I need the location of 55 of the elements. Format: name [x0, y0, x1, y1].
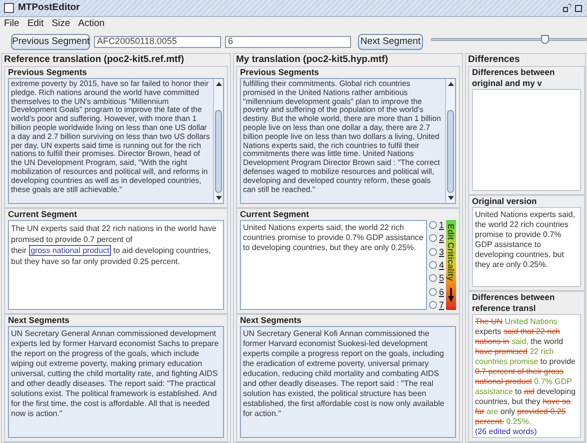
segment-text: The UN experts said that 22 rich nations in the world have promised to provide 0.7 percent of their gross national product to aid developing countries, but they have so far only provided 0.25 percent.: [11, 223, 218, 267]
rating-option[interactable]: 7: [428, 300, 444, 310]
up-arrow-icon[interactable]: [448, 82, 454, 86]
group-title: Differences between reference transl: [472, 292, 556, 314]
down-arrow-icon[interactable]: [216, 196, 222, 200]
scrollbar[interactable]: [213, 79, 223, 203]
menu-item[interactable]: Size: [52, 16, 70, 32]
rating-option[interactable]: 2: [428, 233, 444, 244]
group-title: Differences between original and my v: [472, 67, 556, 89]
up-arrow-icon[interactable]: [216, 82, 222, 86]
text-area[interactable]: United Nations experts said, the world 22 rich countries promise to provide 0.7% GDP assistance to developing countries, but they are only 0.25%.: [240, 220, 427, 310]
scale-label: Edit Criticality: [445, 223, 458, 281]
window-title: MTPostEditor: [18, 0, 81, 15]
group-title: Previous Segments: [8, 67, 88, 78]
segment-text: UN Secretary General Kofi Annan commissioned the former Harvard economist Suokesi-led development experts compile a progress report on the goals, including the eradication of extreme poverty, universal primary education, reducing child mortality and combating AIDS and other deadly diseases. The report said : "The real solution has existed, the political structure has been established, the first affordable cost is now only available for action.": [243, 329, 446, 419]
rating-option[interactable]: 1: [428, 220, 444, 230]
group-title: Previous Segments: [240, 67, 320, 78]
text-area[interactable]: United Nations experts said, the world 22 rich countries promise to provide 0.7% GDP assistance to developing countries, but they are only 0.25%.: [472, 206, 581, 287]
panel-title: My translation (poc2-kit5.hyp.mtf): [236, 54, 390, 66]
scrollbar[interactable]: [445, 79, 455, 203]
text-area[interactable]: The UN experts said that 22 rich nations in the world have promised to provide 0.7 percent of their gross national product to aid developing countries, but they have so far only provided 0.25 percent.: [8, 220, 224, 310]
rating-option[interactable]: 4: [428, 260, 444, 270]
next-segment-button[interactable]: Next Segment: [358, 34, 423, 50]
group-title: Next Segments: [8, 315, 70, 326]
panel-title: Reference translation (poc2-kit5.ref.mtf): [4, 54, 186, 66]
slider-thumb[interactable]: [540, 34, 549, 44]
text-area[interactable]: [8, 326, 224, 438]
menu-item[interactable]: Edit: [27, 16, 44, 32]
down-arrow-icon[interactable]: [448, 196, 454, 200]
maximize-icon[interactable]: [575, 4, 583, 12]
menu-item[interactable]: Action: [78, 16, 105, 32]
text-area[interactable]: [240, 326, 456, 438]
group-title: Current Segment: [240, 209, 310, 220]
previous-segment-button[interactable]: Previous Segment: [11, 34, 90, 50]
rating-option[interactable]: 5: [428, 273, 444, 284]
panel-title: Differences: [468, 54, 521, 66]
minimize-icon[interactable]: [563, 4, 571, 12]
segment-text: United Nations experts said, the world 22 rich countries promise to provide 0.7% GDP assistance to developing countries, but they are only 0.25%.: [475, 210, 576, 270]
scrollbar-thumb[interactable]: [447, 110, 454, 193]
segment-text: United Nations experts said, the world 22 rich countries promise to provide 0.7% GDP assistance to developing countries, but they are only 0.25%.: [243, 223, 424, 253]
diff-text: The UN United Nations experts said that 22 rich nations in said, the world have promised 22 rich countries promise to provide 0.7 percent of their gross national product 0.7% GDP assistance to aid developing countries, but they have so far are only provided 0.25 percent. 0.25%.: [475, 317, 577, 427]
document-field[interactable]: AFC20050118.0055: [94, 36, 221, 48]
rating-option[interactable]: 3: [428, 246, 444, 257]
down-arrow-icon: [448, 288, 454, 302]
rating-option[interactable]: 6: [428, 286, 444, 297]
edited-words-count: (26 edited words): [475, 427, 538, 437]
text-area[interactable]: [472, 314, 581, 438]
group-title: Original version: [472, 196, 538, 207]
group-title: Next Segments: [240, 315, 302, 326]
segment-text: UN Secretary General Annan commissioned development experts led by former Harvard economist Sachs to prepare the report on the progress of the goals, which include wiping out extreme poverty, making primary education universal, cutting the child mortality rate, and fighting AIDS and other deadly diseases. The report said: "The practical solutions exist. The political framework is established. And for the first time, the cost is affordable. All that is needed now is action.": [11, 329, 220, 419]
group-title: Current Segment: [8, 209, 78, 220]
window-icon: [4, 3, 14, 13]
segment-field[interactable]: 6: [225, 36, 351, 48]
scrollbar-thumb[interactable]: [215, 110, 222, 193]
menu-item[interactable]: File: [4, 16, 20, 32]
